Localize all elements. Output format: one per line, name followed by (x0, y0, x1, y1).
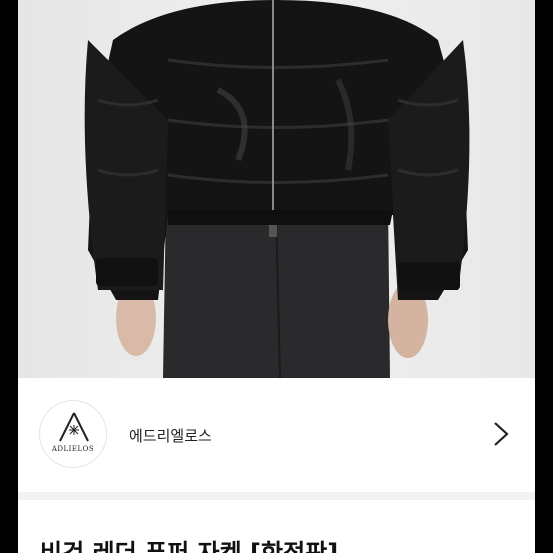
section-divider (18, 492, 535, 500)
seller-logo[interactable]: ADLIELOS (39, 400, 107, 468)
star-burst-logo-icon (59, 412, 89, 442)
product-title-area: 비건 레더 푸퍼 자켓 [한정판] (18, 500, 535, 553)
screen: ADLIELOS 에드리엘로스 비건 레더 푸퍼 자켓 [한정판] (0, 0, 553, 553)
product-photo[interactable] (18, 0, 535, 378)
product-title: 비건 레더 푸퍼 자켓 [한정판] (40, 539, 339, 553)
seller-name[interactable]: 에드리엘로스 (129, 425, 212, 446)
seller-logo-text: ADLIELOS (51, 445, 95, 453)
seller-bar[interactable]: ADLIELOS 에드리엘로스 (18, 378, 535, 492)
chevron-right-icon[interactable] (489, 420, 513, 448)
jacket-image (84, 0, 470, 378)
